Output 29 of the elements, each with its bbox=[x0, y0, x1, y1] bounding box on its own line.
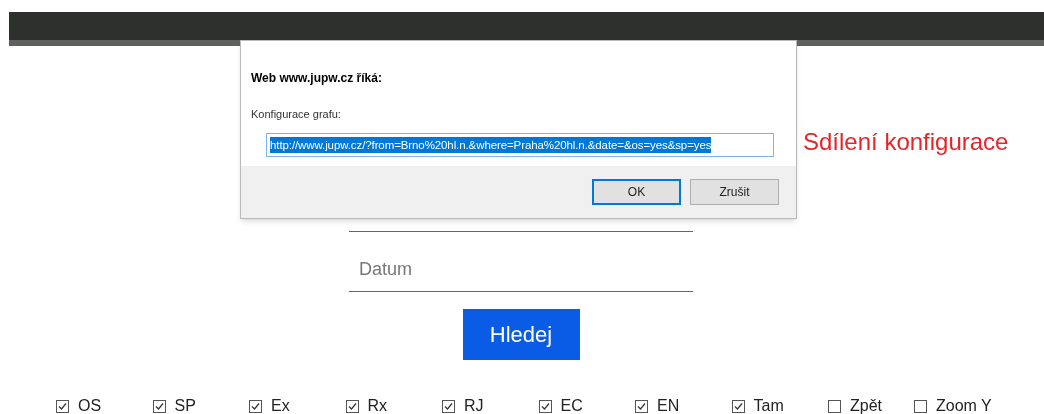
checkbox[interactable] bbox=[442, 399, 455, 413]
checkbox[interactable] bbox=[56, 399, 69, 413]
checkbox-label: EN bbox=[657, 396, 680, 414]
text-field[interactable]: http://www.jupw.cz/?from=Brno%20hl.n.&where=Praha%20hl.n.&date=&os=yes&sp=yes bbox=[266, 132, 774, 157]
checkbox-label: Ex bbox=[271, 396, 290, 414]
date-field[interactable]: Datum bbox=[349, 248, 693, 292]
search-button[interactable]: Hledej bbox=[462, 309, 580, 360]
checkbox[interactable] bbox=[249, 399, 262, 413]
checkbox[interactable] bbox=[914, 399, 927, 413]
dialog-button[interactable]: Zrušit bbox=[690, 179, 779, 205]
dialog-button[interactable]: OK bbox=[592, 179, 681, 205]
checkbox-label: Tam bbox=[753, 396, 784, 414]
checkbox[interactable] bbox=[635, 399, 648, 413]
checkbox-label: RJ bbox=[464, 396, 484, 414]
checkbox[interactable] bbox=[152, 399, 166, 413]
checkbox[interactable] bbox=[345, 399, 359, 413]
checkbox-label: Zoom Y bbox=[936, 396, 992, 414]
checkbox-label: Rx bbox=[367, 396, 388, 414]
checkbox[interactable] bbox=[538, 399, 552, 413]
checkbox-label: OS bbox=[78, 396, 102, 414]
checkbox[interactable] bbox=[731, 399, 745, 413]
dialog-title: Web www.jupw.cz říká: bbox=[251, 70, 383, 87]
checkbox-label: Zpět bbox=[850, 396, 882, 414]
checkbox-label: EC bbox=[560, 396, 583, 414]
url-text: http://www.jupw.cz/?from=Brno%20hl.n.&where=Praha%20hl.n.&date=&os=yes&sp=yes bbox=[270, 136, 712, 153]
checkbox-label: SP bbox=[174, 396, 196, 414]
checkbox[interactable] bbox=[828, 399, 841, 413]
annotation-text: Sdílení konfigurace bbox=[803, 127, 1009, 157]
dialog-message: Konfigurace grafu: bbox=[251, 107, 342, 122]
